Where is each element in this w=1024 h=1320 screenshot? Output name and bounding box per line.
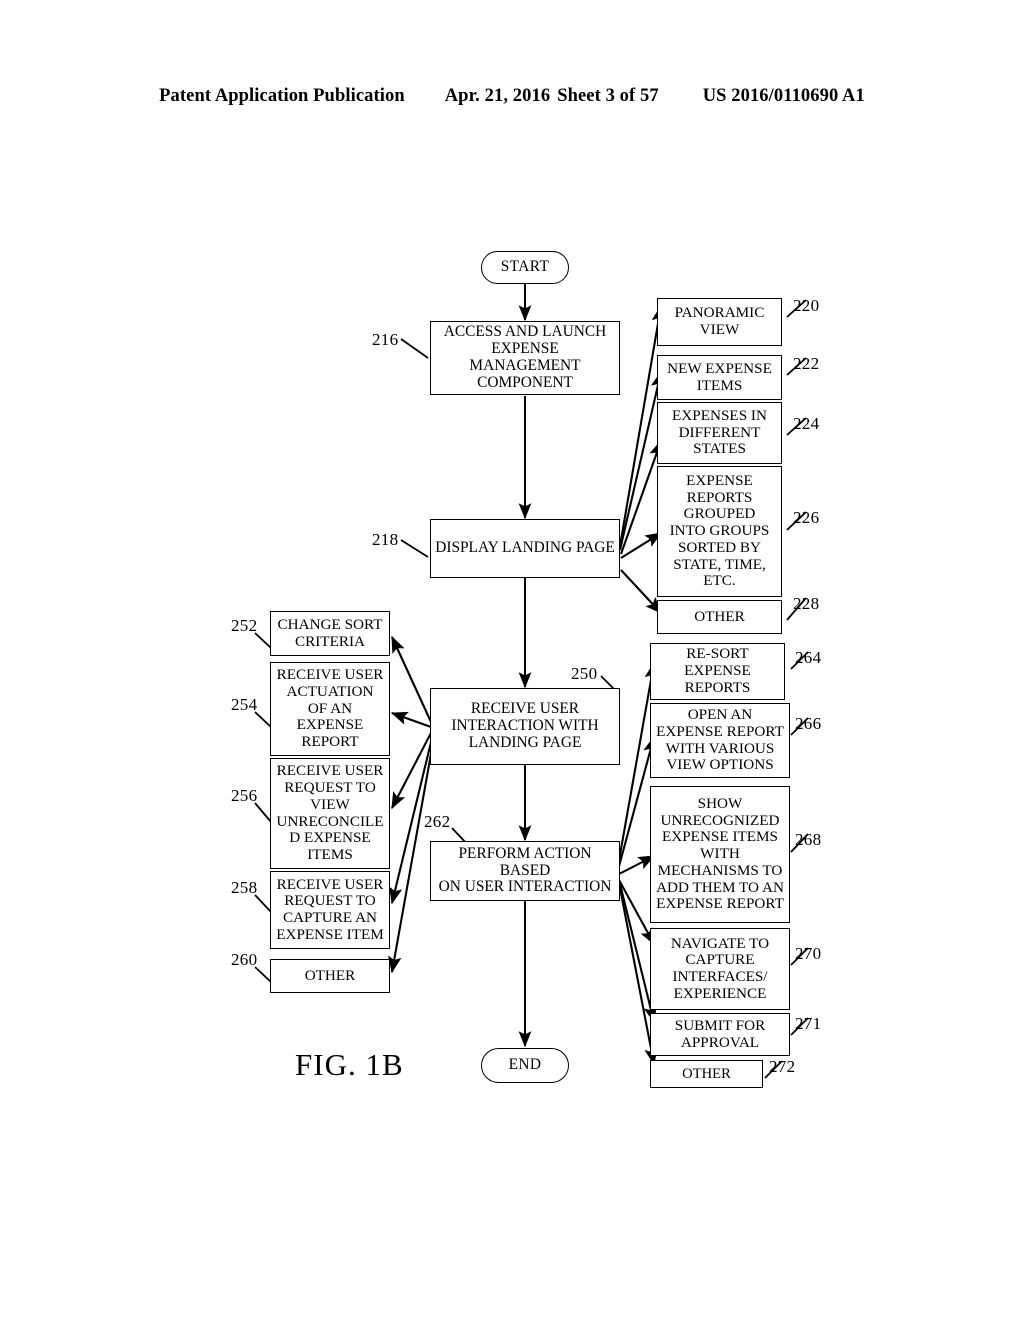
patent-figure-page: Patent Application Publication Apr. 21, 2… [0, 0, 1024, 1320]
node-receive-user-actuation-of-an-expense-report: RECEIVE USER ACTUATION OF AN EXPENSE REP… [270, 662, 390, 756]
ref-266: 266 [795, 714, 822, 733]
ref-254: 254 [231, 695, 258, 714]
node-start: START [481, 251, 569, 284]
ref-224: 224 [793, 414, 820, 433]
node-other-landing-page-content: OTHER [657, 600, 782, 634]
header-publication: Patent Application Publication [159, 86, 405, 106]
node-expenses-in-different-states: EXPENSES IN DIFFERENT STATES [657, 402, 782, 464]
flowchart-connectors [254, 283, 809, 1079]
ref-260: 260 [231, 950, 258, 969]
node-end: END [481, 1048, 569, 1083]
ref-252: 252 [231, 616, 258, 635]
node-re-sort-expense-reports: RE-SORT EXPENSE REPORTS [650, 643, 785, 700]
ref-218: 218 [372, 530, 399, 549]
node-navigate-to-capture-interfaces-experience: NAVIGATE TO CAPTURE INTERFACES/ EXPERIEN… [650, 928, 790, 1010]
ref-226: 226 [793, 508, 820, 527]
header-patent-number: US 2016/0110690 A1 [702, 86, 865, 106]
node-change-sort-criteria: CHANGE SORT CRITERIA [270, 611, 390, 656]
ref-264: 264 [795, 648, 822, 667]
node-access-and-launch-expense-management-component: ACCESS AND LAUNCH EXPENSE MANAGEMENT COM… [430, 321, 620, 395]
ref-250: 250 [571, 664, 598, 683]
ref-270: 270 [795, 944, 822, 963]
ref-271: 271 [795, 1014, 822, 1033]
node-display-landing-page: DISPLAY LANDING PAGE [430, 519, 620, 578]
node-show-unrecognized-expense-items: SHOW UNRECOGNIZED EXPENSE ITEMS WITH MEC… [650, 786, 790, 923]
node-receive-user-interaction-with-landing-page: RECEIVE USER INTERACTION WITH LANDING PA… [430, 688, 620, 765]
ref-272: 272 [769, 1057, 796, 1076]
node-open-an-expense-report-with-various-view-options: OPEN AN EXPENSE REPORT WITH VARIOUS VIEW… [650, 703, 790, 778]
node-perform-action-based-on-user-interaction: PERFORM ACTION BASED ON USER INTERACTION [430, 841, 620, 901]
node-panoramic-view: PANORAMIC VIEW [657, 298, 782, 346]
node-new-expense-items: NEW EXPENSE ITEMS [657, 355, 782, 400]
header-sheet-number: Sheet 3 of 57 [557, 86, 659, 106]
ref-220: 220 [793, 296, 820, 315]
node-receive-user-request-to-capture-an-expense-item: RECEIVE USER REQUEST TO CAPTURE AN EXPEN… [270, 871, 390, 949]
ref-256: 256 [231, 786, 258, 805]
node-expense-reports-grouped-into-groups: EXPENSE REPORTS GROUPED INTO GROUPS SORT… [657, 466, 782, 597]
page-header: Patent Application Publication Apr. 21, 2… [0, 86, 1024, 107]
node-receive-user-request-to-view-unreconciled-expense-items: RECEIVE USER REQUEST TO VIEW UNRECONCILE… [270, 758, 390, 869]
ref-222: 222 [793, 354, 820, 373]
ref-216: 216 [372, 330, 399, 349]
ref-268: 268 [795, 830, 822, 849]
figure-caption: FIG. 1B [295, 1047, 404, 1082]
ref-258: 258 [231, 878, 258, 897]
header-date: Apr. 21, 2016 [444, 86, 551, 106]
ref-228: 228 [793, 594, 820, 613]
ref-262: 262 [424, 812, 451, 831]
node-other-interaction: OTHER [270, 959, 390, 993]
node-submit-for-approval: SUBMIT FOR APPROVAL [650, 1013, 790, 1056]
node-other-action: OTHER [650, 1060, 763, 1088]
